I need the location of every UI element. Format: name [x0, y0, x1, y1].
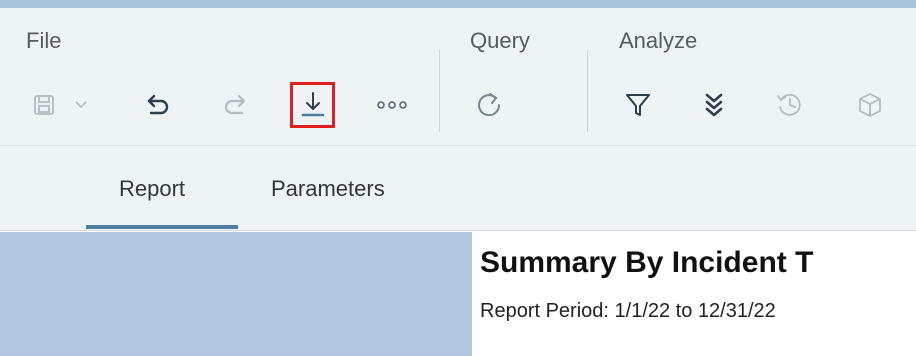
more-button[interactable] [370, 83, 414, 127]
save-icon [32, 93, 56, 117]
group-label-query: Query [470, 28, 530, 53]
save-button[interactable] [22, 83, 66, 127]
tab-report[interactable]: Report [119, 176, 185, 202]
highlight-box [290, 82, 335, 128]
group-label-analyze: Analyze [619, 28, 698, 53]
redo-button[interactable] [213, 83, 257, 127]
app-window: File Query Analyze Report Parameters Sum… [0, 0, 916, 356]
cube-icon [857, 91, 883, 119]
history-button[interactable] [768, 83, 812, 127]
toolbar: File Query Analyze [0, 8, 916, 146]
save-dropdown-button[interactable] [68, 83, 94, 127]
undo-button[interactable] [136, 83, 180, 127]
filter-button[interactable] [616, 83, 660, 127]
report-canvas: Summary By Incident T Report Period: 1/1… [472, 232, 916, 356]
group-label-file: File [26, 28, 62, 53]
top-accent-bar [0, 0, 916, 8]
tab-bar: Report Parameters [0, 146, 916, 231]
chevron-down-icon [74, 98, 88, 112]
report-period: Report Period: 1/1/22 to 12/31/22 [480, 300, 776, 322]
separator [587, 50, 588, 132]
more-icon [375, 100, 409, 110]
active-tab-indicator [86, 225, 238, 229]
cube-button[interactable] [848, 83, 892, 127]
refresh-icon [474, 90, 504, 120]
double-chevron-down-icon [701, 91, 727, 119]
drill-down-button[interactable] [692, 83, 736, 127]
report-title: Summary By Incident T [480, 246, 814, 279]
redo-icon [221, 91, 249, 119]
history-icon [775, 90, 805, 120]
tab-parameters[interactable]: Parameters [271, 176, 385, 202]
refresh-button[interactable] [467, 83, 511, 127]
side-panel [0, 232, 472, 356]
separator [439, 50, 440, 132]
undo-icon [144, 91, 172, 119]
filter-icon [624, 91, 652, 119]
